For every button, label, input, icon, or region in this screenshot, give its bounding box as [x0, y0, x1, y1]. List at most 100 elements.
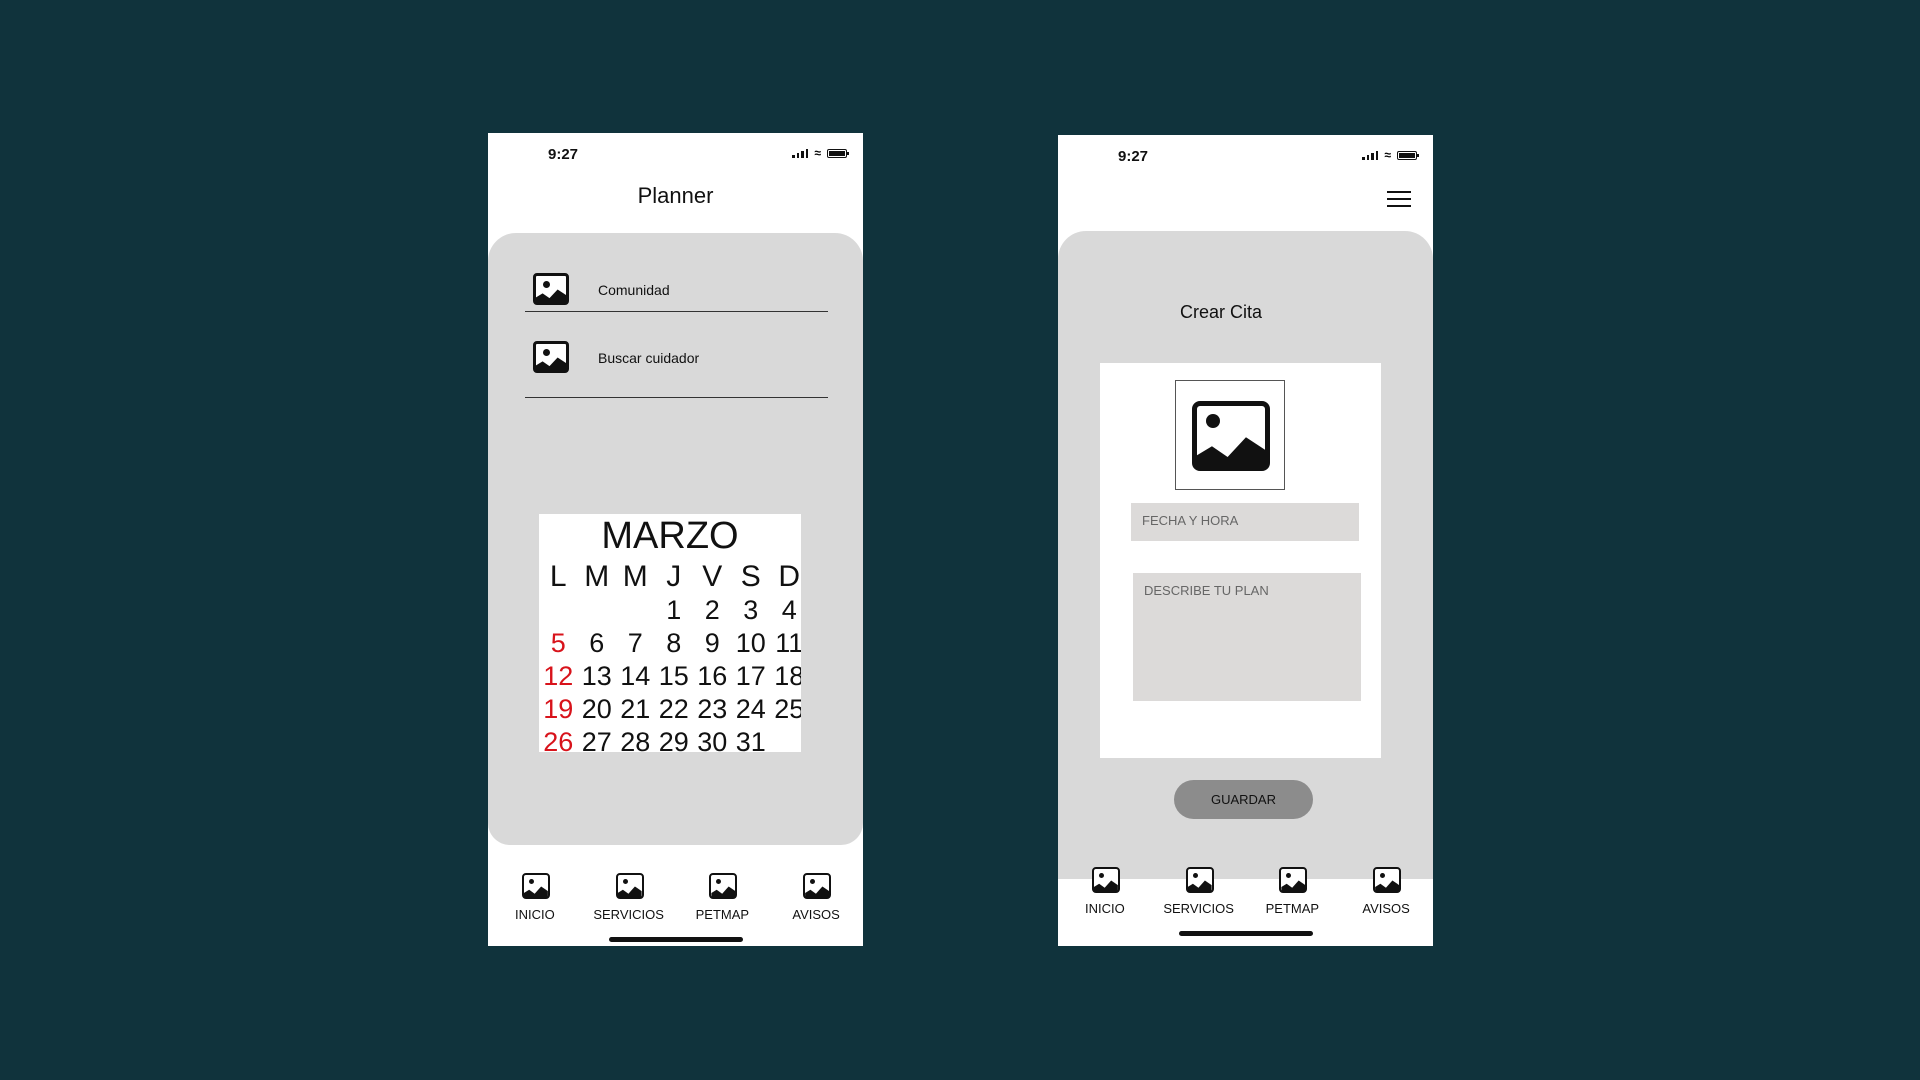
home-indicator[interactable] — [609, 937, 743, 942]
content-panel: Crear Cita FECHA Y HORA DESCRIBE TU PLAN… — [1058, 231, 1433, 879]
weekday-label: M — [584, 560, 610, 593]
status-icons: ≈ — [792, 146, 849, 160]
calendar-day[interactable] — [539, 594, 578, 627]
photo-upload[interactable] — [1175, 380, 1285, 490]
calendar-day[interactable]: 25 — [770, 693, 801, 726]
menu-item-buscar-cuidador[interactable]: Buscar cuidador — [525, 311, 828, 398]
status-time: 9:27 — [1118, 148, 1149, 165]
weekday-label: M — [622, 560, 648, 593]
tab-petmap[interactable]: PETMAP — [1247, 867, 1337, 927]
tab-avisos[interactable]: AVISOS — [1341, 867, 1431, 927]
calendar-day[interactable]: 17 — [732, 660, 771, 693]
save-button[interactable]: GUARDAR — [1174, 780, 1313, 819]
calendar-day[interactable]: 29 — [655, 726, 694, 752]
tab-inicio[interactable]: INICIO — [490, 873, 580, 933]
calendar-day[interactable]: 3 — [732, 594, 771, 627]
planner-phone-screen: 9:27 ≈ Planner Comunidad Buscar cuidador… — [488, 133, 863, 946]
calendar-day[interactable]: 24 — [732, 693, 771, 726]
image-icon — [709, 873, 738, 899]
page-title: Crear Cita — [1180, 302, 1263, 322]
status-icons: ≈ — [1362, 148, 1419, 162]
calendar-day[interactable]: 23 — [693, 693, 732, 726]
date-time-field[interactable]: FECHA Y HORA — [1131, 503, 1359, 541]
tab-label: INICIO — [1085, 901, 1125, 916]
calendar-day[interactable]: 9 — [693, 627, 732, 660]
calendar-day[interactable]: 31 — [732, 726, 771, 752]
hamburger-menu-icon[interactable] — [1387, 191, 1411, 207]
calendar-day[interactable]: 14 — [616, 660, 655, 693]
tab-label: INICIO — [515, 907, 555, 922]
weekday-label: S — [740, 560, 761, 593]
menu-item-label: Comunidad — [598, 282, 670, 298]
menu-item-label: Buscar cuidador — [598, 350, 700, 366]
image-icon — [803, 873, 832, 899]
calendar-day[interactable]: 22 — [655, 693, 694, 726]
calendar-day[interactable] — [578, 594, 617, 627]
calendar-day[interactable]: 19 — [539, 693, 578, 726]
description-field[interactable]: DESCRIBE TU PLAN — [1133, 573, 1361, 701]
status-time: 9:27 — [548, 146, 579, 163]
tab-label: AVISOS — [1362, 901, 1410, 916]
image-icon — [533, 273, 569, 305]
wifi-icon: ≈ — [814, 146, 821, 160]
tab-inicio[interactable]: INICIO — [1060, 867, 1150, 927]
image-icon — [615, 873, 644, 899]
calendar-day[interactable]: 2 — [693, 594, 732, 627]
tab-label: SERVICIOS — [1163, 901, 1234, 916]
calendar-day[interactable]: 26 — [539, 726, 578, 752]
image-icon — [1185, 867, 1214, 893]
home-indicator[interactable] — [1179, 931, 1313, 936]
image-icon — [533, 341, 569, 373]
weekday-label: J — [666, 560, 682, 593]
calendar-day[interactable]: 11 — [770, 627, 801, 660]
calendar-day[interactable]: 8 — [655, 627, 694, 660]
crear-cita-phone-screen: 9:27 ≈ Crear Cita FECHA Y HORA DESCRIBE … — [1058, 135, 1433, 946]
tab-label: SERVICIOS — [593, 907, 664, 922]
calendar-day[interactable]: 16 — [693, 660, 732, 693]
calendar-day[interactable]: 27 — [578, 726, 617, 752]
tab-avisos[interactable]: AVISOS — [771, 873, 861, 933]
menu-item-comunidad[interactable]: Comunidad — [525, 233, 828, 312]
image-icon — [1279, 867, 1308, 893]
calendar-month: MARZO — [601, 515, 739, 557]
image-icon — [521, 873, 550, 899]
calendar-day[interactable]: 5 — [539, 627, 578, 660]
calendar-day[interactable] — [770, 726, 801, 752]
calendar: MARZO L M M J V S D 1 2 3 4 5 6 7 8 9 10… — [539, 514, 801, 752]
tab-label: PETMAP — [695, 907, 750, 922]
weekday-label: V — [702, 560, 723, 593]
image-icon — [1373, 867, 1402, 893]
tab-servicios[interactable]: SERVICIOS — [1154, 867, 1244, 927]
calendar-day[interactable]: 20 — [578, 693, 617, 726]
calendar-day[interactable]: 18 — [770, 660, 801, 693]
calendar-day[interactable] — [616, 594, 655, 627]
tab-bar: INICIO SERVICIOS PETMAP AVISOS — [488, 873, 863, 933]
weekday-label: L — [549, 560, 567, 593]
tab-label: PETMAP — [1265, 901, 1320, 916]
calendar-day[interactable]: 28 — [616, 726, 655, 752]
calendar-day[interactable]: 1 — [655, 594, 694, 627]
battery-icon — [1397, 151, 1419, 160]
calendar-day[interactable]: 21 — [616, 693, 655, 726]
tab-bar: INICIO SERVICIOS PETMAP AVISOS — [1058, 867, 1433, 927]
signal-icon — [792, 149, 809, 158]
calendar-day[interactable]: 13 — [578, 660, 617, 693]
tab-servicios[interactable]: SERVICIOS — [584, 873, 674, 933]
image-icon — [1192, 401, 1270, 471]
battery-icon — [827, 149, 849, 158]
tab-petmap[interactable]: PETMAP — [677, 873, 767, 933]
weekday-label: D — [778, 560, 801, 593]
wifi-icon: ≈ — [1384, 148, 1391, 162]
appointment-form: FECHA Y HORA DESCRIBE TU PLAN — [1100, 363, 1381, 758]
calendar-day[interactable]: 6 — [578, 627, 617, 660]
calendar-day[interactable]: 10 — [732, 627, 771, 660]
calendar-day[interactable]: 30 — [693, 726, 732, 752]
tab-label: AVISOS — [792, 907, 840, 922]
content-panel: Comunidad Buscar cuidador MARZO L M M J … — [488, 233, 863, 845]
calendar-day[interactable]: 15 — [655, 660, 694, 693]
calendar-day[interactable]: 4 — [770, 594, 801, 627]
image-icon — [1091, 867, 1120, 893]
calendar-day[interactable]: 12 — [539, 660, 578, 693]
signal-icon — [1362, 151, 1379, 160]
calendar-day[interactable]: 7 — [616, 627, 655, 660]
